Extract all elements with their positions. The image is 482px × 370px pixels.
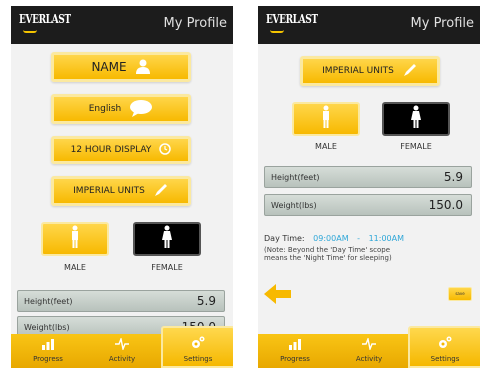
- profile-screen-right: EVERLAST My Profile IMPERIAL UNITS MALE …: [258, 6, 480, 368]
- tab-activity[interactable]: Activity: [332, 334, 406, 368]
- page-title: My Profile: [163, 16, 227, 31]
- brand-logo: EVERLAST: [19, 12, 71, 26]
- daytime-start[interactable]: 09:00AM: [313, 234, 348, 243]
- male-figure-icon: [70, 225, 80, 253]
- daytime-end[interactable]: 11:00AM: [369, 234, 404, 243]
- logo-swoosh: [23, 30, 37, 33]
- daytime-row[interactable]: Day Time: 09:00AM - 11:00AM: [264, 234, 404, 243]
- tab-settings[interactable]: Settings: [161, 326, 233, 368]
- note-line-1: (Note: Beyond the 'Day Time' scope: [264, 246, 391, 254]
- bottom-tab-bar: Progress Activity Settings: [11, 326, 233, 368]
- height-value: 5.9: [196, 294, 216, 308]
- height-label: Height(feet): [271, 173, 320, 182]
- male-figure-icon: [321, 105, 331, 133]
- profile-screen-left: EVERLAST My Profile NAME English 12 HOUR…: [11, 6, 233, 368]
- tab-activity-label: Activity: [108, 355, 136, 363]
- daytime-label: Day Time:: [264, 234, 305, 243]
- time-format-label: 12 HOUR DISPLAY: [70, 145, 152, 155]
- top-bar: EVERLAST My Profile: [258, 6, 480, 44]
- logo-swoosh: [270, 30, 284, 33]
- tab-progress-label: Progress: [33, 355, 63, 363]
- gears-icon: [163, 336, 233, 353]
- clock-icon: [159, 142, 172, 158]
- weight-label: Weight(lbs): [271, 201, 317, 210]
- brand-logo: EVERLAST: [266, 12, 318, 26]
- top-bar: EVERLAST My Profile: [11, 6, 233, 44]
- tab-activity[interactable]: Activity: [85, 334, 159, 368]
- daytime-separator: -: [357, 234, 361, 243]
- male-toggle[interactable]: [292, 102, 360, 136]
- note-line-2: means the 'Night Time' for sleeping): [264, 254, 392, 262]
- back-arrow-icon[interactable]: [264, 284, 292, 304]
- daytime-note: (Note: Beyond the 'Day Time' scope means…: [264, 246, 476, 262]
- person-icon: [135, 58, 151, 77]
- tab-progress[interactable]: Progress: [258, 334, 332, 368]
- height-label: Height(feet): [24, 297, 73, 306]
- pulse-icon: [332, 336, 406, 353]
- male-label: MALE: [315, 142, 337, 151]
- tab-progress[interactable]: Progress: [11, 334, 85, 368]
- bottom-tab-bar: Progress Activity Settings: [258, 326, 480, 368]
- language-button[interactable]: English: [51, 94, 191, 124]
- tab-settings-label: Settings: [430, 355, 460, 363]
- page-title: My Profile: [410, 16, 474, 31]
- bar-chart-icon: [258, 338, 332, 353]
- pencil-icon: [153, 182, 169, 201]
- units-label: IMPERIAL UNITS: [73, 186, 145, 196]
- tab-activity-label: Activity: [355, 355, 383, 363]
- tab-settings[interactable]: Settings: [408, 326, 480, 368]
- units-button[interactable]: IMPERIAL UNITS: [300, 56, 440, 86]
- time-format-button[interactable]: 12 HOUR DISPLAY: [51, 136, 191, 164]
- save-button[interactable]: save: [448, 287, 472, 301]
- units-button[interactable]: IMPERIAL UNITS: [51, 176, 191, 206]
- name-button[interactable]: NAME: [51, 52, 191, 82]
- female-label: FEMALE: [151, 263, 183, 272]
- weight-value: 150.0: [428, 198, 463, 212]
- female-toggle[interactable]: [133, 222, 201, 256]
- female-toggle[interactable]: [382, 102, 450, 136]
- height-field[interactable]: Height(feet) 5.9: [264, 166, 472, 188]
- units-label: IMPERIAL UNITS: [322, 66, 394, 76]
- tab-progress-label: Progress: [280, 355, 310, 363]
- pulse-icon: [85, 336, 159, 353]
- weight-field[interactable]: Weight(lbs) 150.0: [264, 194, 472, 216]
- male-label: MALE: [64, 263, 86, 272]
- weight-label: Weight(lbs): [24, 323, 70, 332]
- tab-settings-label: Settings: [183, 355, 213, 363]
- name-label: NAME: [91, 60, 127, 74]
- gears-icon: [410, 336, 480, 353]
- male-toggle[interactable]: [41, 222, 109, 256]
- female-figure-icon: [410, 105, 422, 133]
- pencil-icon: [402, 62, 418, 81]
- female-figure-icon: [161, 225, 173, 253]
- bar-chart-icon: [11, 338, 85, 353]
- language-label: English: [88, 104, 122, 114]
- female-label: FEMALE: [400, 142, 432, 151]
- speech-bubble-icon: [129, 99, 153, 120]
- height-field[interactable]: Height(feet) 5.9: [17, 290, 225, 312]
- height-value: 5.9: [443, 170, 463, 184]
